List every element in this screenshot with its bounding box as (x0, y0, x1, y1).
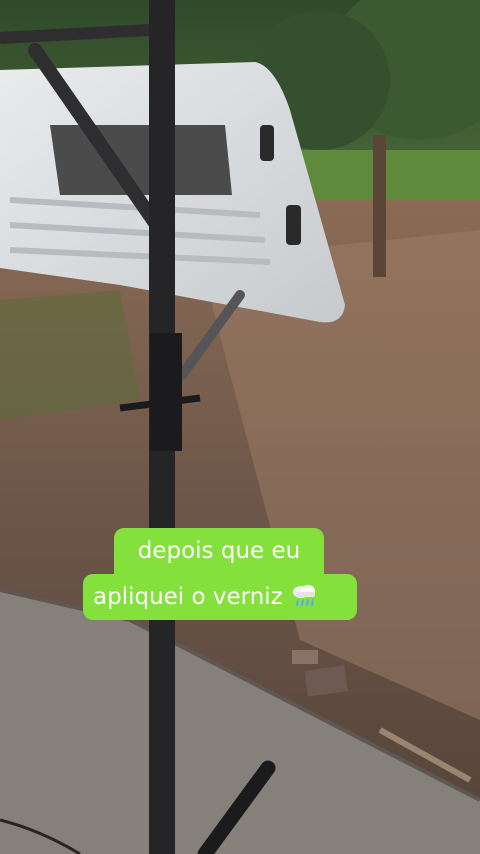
tailgate-opening (50, 125, 232, 195)
stand-clamp (150, 333, 182, 451)
grass-strip (300, 150, 480, 205)
grass-patch (0, 290, 140, 420)
fence-post (373, 135, 386, 277)
tailgate-latch (286, 205, 301, 245)
tailgate-latch (260, 125, 274, 161)
debris (292, 650, 318, 664)
photo-scene (0, 0, 480, 854)
caption-line-1: depois que eu (114, 528, 324, 574)
photo-illustration (0, 0, 480, 854)
debris (304, 665, 348, 697)
caption-line-2: apliquei o verniz (83, 574, 357, 620)
caption-overlay: depois que eu apliquei o verniz (0, 528, 480, 628)
caption-line-2-text: apliquei o verniz (93, 584, 283, 610)
stand-top-bar (0, 24, 151, 44)
rain-cloud-icon (289, 580, 319, 610)
